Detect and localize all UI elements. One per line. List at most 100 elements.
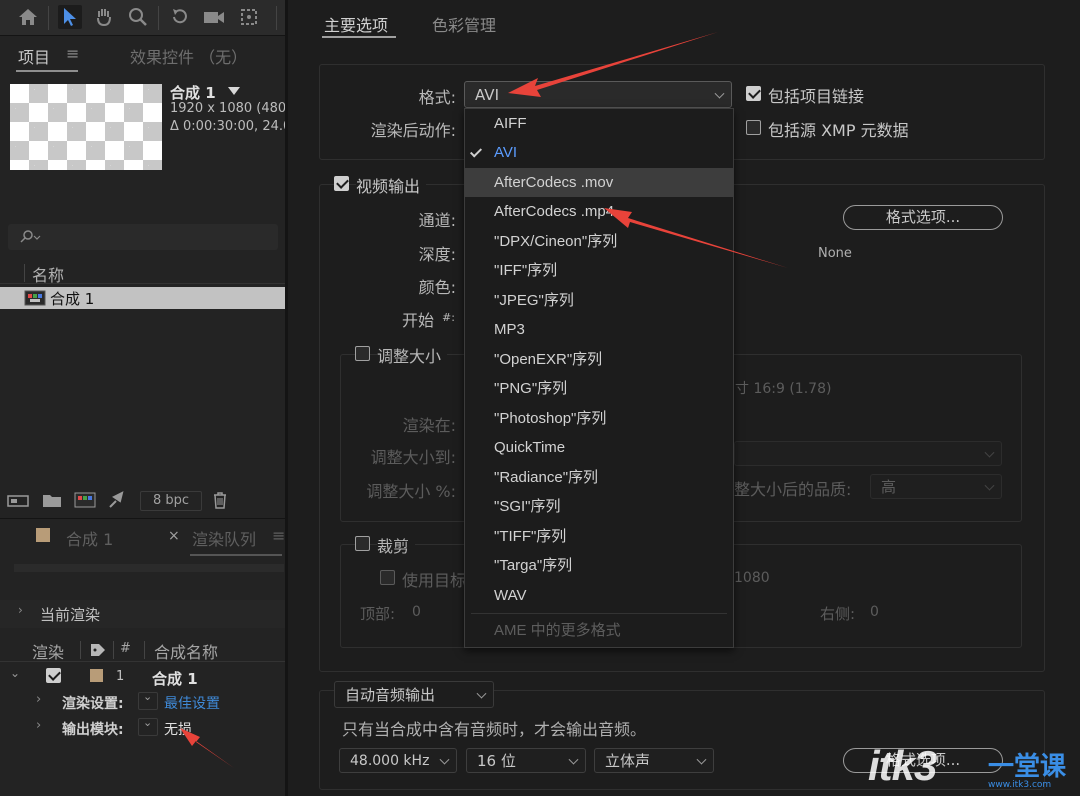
post-render-action-label: 渲染后动作: — [370, 121, 456, 140]
format-option-ame-more: AME 中的更多格式 — [494, 622, 621, 639]
format-option-photoshop[interactable]: "Photoshop"序列 — [465, 404, 733, 433]
watermark-logo: itk3 一堂课 www.itk3.com — [868, 742, 1078, 794]
format-option-iff[interactable]: "IFF"序列 — [465, 256, 733, 285]
crop-right-value[interactable]: 0 — [870, 604, 879, 620]
hand-tool-icon[interactable] — [92, 5, 116, 29]
resize-checkbox[interactable] — [355, 346, 370, 361]
audio-note: 只有当合成中含有音频时，才会输出音频。 — [342, 720, 647, 739]
format-option-aiff[interactable]: AIFF — [465, 109, 733, 138]
format-option-targa[interactable]: "Targa"序列 — [465, 551, 733, 580]
include-xmp-checkbox[interactable] — [746, 120, 761, 135]
queue-row[interactable]: ⌄ 1 合成 1 — [0, 664, 285, 690]
use-target-checkbox[interactable] — [380, 570, 395, 585]
format-option-mp3[interactable]: MP3 — [465, 315, 733, 344]
start-label: 开始 — [402, 311, 435, 330]
selection-tool-icon[interactable] — [58, 5, 82, 29]
list-item-label: 合成 1 — [50, 290, 95, 308]
resize-quality-select[interactable]: 高 — [870, 474, 1002, 499]
format-option-avi[interactable]: AVI — [465, 138, 733, 167]
zoom-tool-icon[interactable] — [126, 5, 150, 29]
resize-to-select[interactable] — [734, 441, 1002, 466]
render-settings-dropdown[interactable]: ⌄ — [138, 690, 158, 710]
audio-output-mode-select[interactable]: 自动音频输出 — [334, 681, 494, 708]
comp-name-column-header[interactable]: 合成名称 — [154, 639, 218, 663]
project-search-input[interactable] — [8, 224, 278, 250]
format-option-dpx-cineon[interactable]: "DPX/Cineon"序列 — [465, 227, 733, 256]
current-render-row[interactable]: › 当前渲染 — [0, 600, 285, 628]
project-list-item[interactable]: 合成 1 — [0, 287, 285, 309]
render-column-header[interactable]: 渲染 — [32, 639, 64, 663]
expand-chevron-icon[interactable]: ⌄ — [10, 666, 20, 680]
tab-underline — [16, 70, 78, 72]
render-rocket-icon[interactable] — [108, 491, 126, 509]
number-column-header[interactable]: # — [120, 641, 131, 656]
tab-main-options[interactable]: 主要选项 — [324, 12, 388, 36]
tab-color-management[interactable]: 色彩管理 — [432, 12, 496, 36]
sample-rate-value: 48.000 kHz — [350, 752, 430, 769]
resize-pct-label: 调整大小 %: — [366, 482, 456, 501]
queue-panel-menu-icon[interactable]: ≡ — [272, 526, 285, 545]
tab-comp[interactable]: 合成 1 — [66, 526, 113, 550]
color-label: 颜色: — [418, 278, 456, 297]
bpc-button[interactable]: 8 bpc — [140, 491, 202, 511]
audio-channels-select[interactable]: 立体声 — [594, 748, 714, 773]
home-icon[interactable] — [16, 5, 40, 29]
format-select[interactable]: AVI — [464, 81, 732, 108]
new-folder-icon[interactable] — [42, 492, 62, 508]
interpret-footage-icon[interactable] — [6, 493, 30, 509]
output-module-dropdown[interactable]: ⌄ — [138, 716, 158, 736]
close-tab-icon[interactable]: × — [168, 528, 180, 544]
format-select-value: AVI — [475, 85, 499, 104]
bit-depth-select[interactable]: 16 位 — [466, 748, 586, 773]
project-footer: 8 bpc — [0, 488, 285, 514]
render-checkbox[interactable] — [46, 668, 61, 683]
tab-project[interactable]: 项目 — [18, 44, 50, 68]
include-xmp-label: 包括源 XMP 元数据 — [768, 121, 909, 140]
format-option-tiff[interactable]: "TIFF"序列 — [465, 522, 733, 551]
resize-quality-value: 高 — [881, 478, 897, 496]
format-option-aftercodecs-mp4[interactable]: AfterCodecs .mp4 — [465, 197, 733, 226]
format-option-jpeg[interactable]: "JPEG"序列 — [465, 286, 733, 315]
trash-icon[interactable] — [212, 491, 228, 509]
video-output-checkbox[interactable] — [334, 176, 349, 191]
render-at-label: 渲染在: — [402, 416, 456, 435]
include-project-link-checkbox[interactable] — [746, 86, 761, 101]
format-option-radiance[interactable]: "Radiance"序列 — [465, 463, 733, 492]
format-options-button[interactable]: 格式选项... — [843, 205, 1003, 230]
crop-top-value[interactable]: 0 — [412, 604, 421, 620]
queue-row-number: 1 — [116, 669, 125, 684]
rotate-tool-icon[interactable] — [168, 5, 192, 29]
project-panel: 项目 ≡ 效果控件 （无） 合成 1 1920 x 1080 (480 x Δ … — [0, 0, 300, 796]
new-composition-icon[interactable] — [74, 492, 96, 508]
panel-menu-icon[interactable]: ≡ — [66, 44, 79, 63]
use-target-label: 使用目标 — [402, 571, 467, 590]
watermark-text: itk3 — [868, 742, 937, 789]
tab-render-queue[interactable]: 渲染队列 — [192, 526, 256, 550]
crop-right-label: 右侧: — [820, 605, 856, 623]
resize-label: 调整大小 — [377, 343, 448, 367]
format-option-quicktime[interactable]: QuickTime — [465, 433, 733, 462]
format-option-png[interactable]: "PNG"序列 — [465, 374, 733, 403]
resize-quality-label: 整大小后的品质: — [734, 480, 852, 499]
resize-to-label: 调整大小到: — [370, 448, 456, 467]
output-module-row: › 输出模块: ⌄ 无损 — [36, 716, 192, 739]
output-module-link[interactable]: 无损 — [164, 719, 192, 739]
comp-dimensions: 1920 x 1080 (480 x — [170, 101, 298, 116]
tools-toolbar — [0, 0, 285, 36]
render-settings-link[interactable]: 最佳设置 — [164, 693, 220, 713]
render-settings-row: › 渲染设置: ⌄ 最佳设置 — [36, 690, 220, 713]
camera-tool-icon[interactable] — [202, 5, 226, 29]
sample-rate-select[interactable]: 48.000 kHz — [339, 748, 457, 773]
column-name-header[interactable]: 名称 — [32, 262, 64, 286]
format-option-wav[interactable]: WAV — [465, 581, 733, 610]
crop-checkbox[interactable] — [355, 536, 370, 551]
comp-dropdown-icon[interactable] — [228, 87, 240, 95]
crop-size-text: 1080 — [734, 570, 770, 586]
format-option-aftercodecs-mov[interactable]: AfterCodecs .mov — [465, 168, 733, 197]
pan-behind-tool-icon[interactable] — [237, 5, 261, 29]
tab-effects-controls[interactable]: 效果控件 （无） — [130, 44, 247, 68]
watermark-suffix: 一堂课 — [988, 752, 1067, 782]
format-option-openexr[interactable]: "OpenEXR"序列 — [465, 345, 733, 374]
format-option-sgi[interactable]: "SGI"序列 — [465, 492, 733, 521]
checkmark-icon — [469, 145, 483, 158]
